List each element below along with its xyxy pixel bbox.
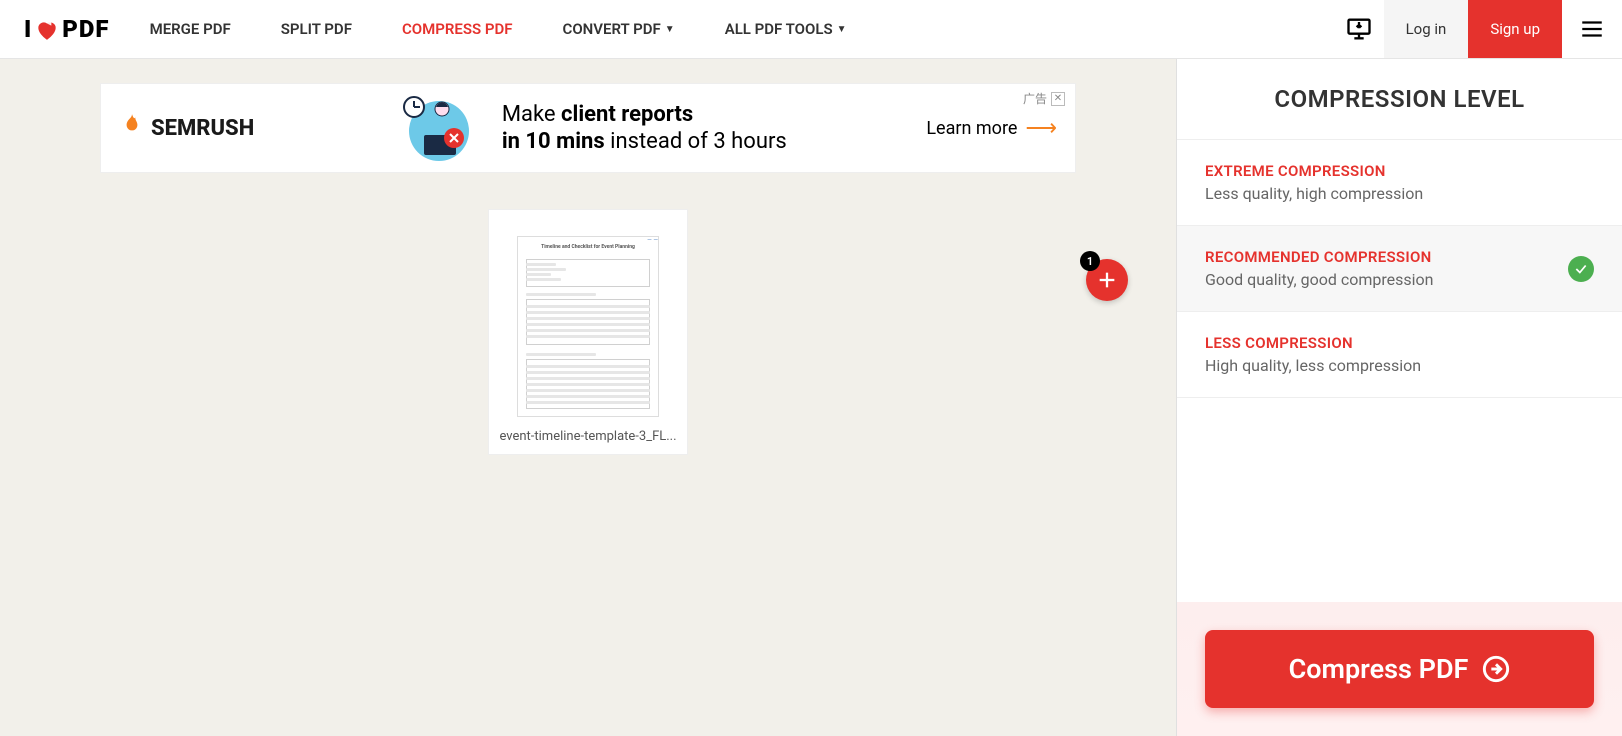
close-icon[interactable]: ✕ (1051, 92, 1065, 106)
option-desc: Less quality, high compression (1205, 184, 1423, 203)
option-desc: Good quality, good compression (1205, 270, 1434, 289)
login-button[interactable]: Log in (1384, 0, 1469, 58)
compress-button[interactable]: Compress PDF (1205, 630, 1594, 708)
logo[interactable]: I PDF (24, 14, 110, 44)
header-right: Log in Sign up (1334, 0, 1622, 58)
thumb-decor: — — (518, 237, 658, 244)
desktop-download-icon[interactable] (1334, 0, 1384, 58)
nav-convert[interactable]: CONVERT PDF ▼ (563, 20, 675, 38)
option-label: EXTREME COMPRESSION (1205, 162, 1423, 180)
ad-center: Make client reports in 10 mins instead o… (394, 93, 787, 163)
chevron-down-icon: ▼ (665, 24, 675, 35)
signup-button[interactable]: Sign up (1468, 0, 1562, 58)
file-thumbnail: — — Timeline and Checklist for Event Pla… (517, 236, 659, 417)
sidebar: COMPRESSION LEVEL EXTREME COMPRESSION Le… (1176, 59, 1622, 736)
option-less[interactable]: LESS COMPRESSION High quality, less comp… (1177, 312, 1622, 398)
ad-brand: SEMRUSH (119, 112, 254, 145)
logo-text-left: I (24, 15, 32, 43)
option-desc: High quality, less compression (1205, 356, 1421, 375)
logo-text-right: PDF (62, 15, 109, 43)
arrow-circle-right-icon (1482, 655, 1510, 683)
file-card[interactable]: — — Timeline and Checklist for Event Pla… (488, 209, 688, 455)
workspace: SEMRUSH (0, 59, 1176, 736)
ad-banner[interactable]: SEMRUSH (100, 83, 1076, 173)
option-label: RECOMMENDED COMPRESSION (1205, 248, 1434, 266)
check-icon (1568, 256, 1594, 282)
nav-alltools[interactable]: ALL PDF TOOLS ▼ (725, 20, 847, 38)
thumb-decor: Timeline and Checklist for Event Plannin… (518, 244, 658, 249)
nav-split[interactable]: SPLIT PDF (281, 20, 352, 38)
nav-compress[interactable]: COMPRESS PDF (402, 20, 513, 38)
compress-button-label: Compress PDF (1289, 653, 1469, 685)
ad-badge[interactable]: 广告 ✕ (1023, 90, 1065, 107)
main: SEMRUSH (0, 59, 1622, 736)
arrow-right-icon: ⟶ (1025, 116, 1057, 141)
menu-icon[interactable] (1562, 0, 1622, 58)
option-extreme[interactable]: EXTREME COMPRESSION Less quality, high c… (1177, 140, 1622, 226)
add-file-button[interactable]: 1 (1086, 259, 1128, 301)
ad-illustration (394, 93, 484, 163)
option-label: LESS COMPRESSION (1205, 334, 1421, 352)
file-name: event-timeline-template-3_FL... (499, 429, 676, 444)
option-recommended[interactable]: RECOMMENDED COMPRESSION Good quality, go… (1177, 226, 1622, 312)
main-nav: MERGE PDF SPLIT PDF COMPRESS PDF CONVERT… (150, 20, 1334, 38)
file-count-badge: 1 (1080, 251, 1100, 271)
sidebar-footer: Compress PDF (1177, 602, 1622, 736)
sidebar-title: COMPRESSION LEVEL (1177, 59, 1622, 140)
ad-text: Make client reports in 10 mins instead o… (502, 101, 787, 156)
fire-icon (119, 112, 145, 145)
ad-cta-text: Learn more (926, 118, 1017, 139)
nav-merge[interactable]: MERGE PDF (150, 20, 231, 38)
ad-brand-text: SEMRUSH (151, 116, 254, 141)
ad-cta[interactable]: Learn more ⟶ (926, 116, 1057, 141)
header: I PDF MERGE PDF SPLIT PDF COMPRESS PDF C… (0, 0, 1622, 59)
heart-icon (34, 14, 60, 44)
nav-convert-label: CONVERT PDF (563, 20, 661, 38)
nav-alltools-label: ALL PDF TOOLS (725, 20, 833, 38)
file-area: — — Timeline and Checklist for Event Pla… (488, 209, 688, 455)
chevron-down-icon: ▼ (837, 24, 847, 35)
